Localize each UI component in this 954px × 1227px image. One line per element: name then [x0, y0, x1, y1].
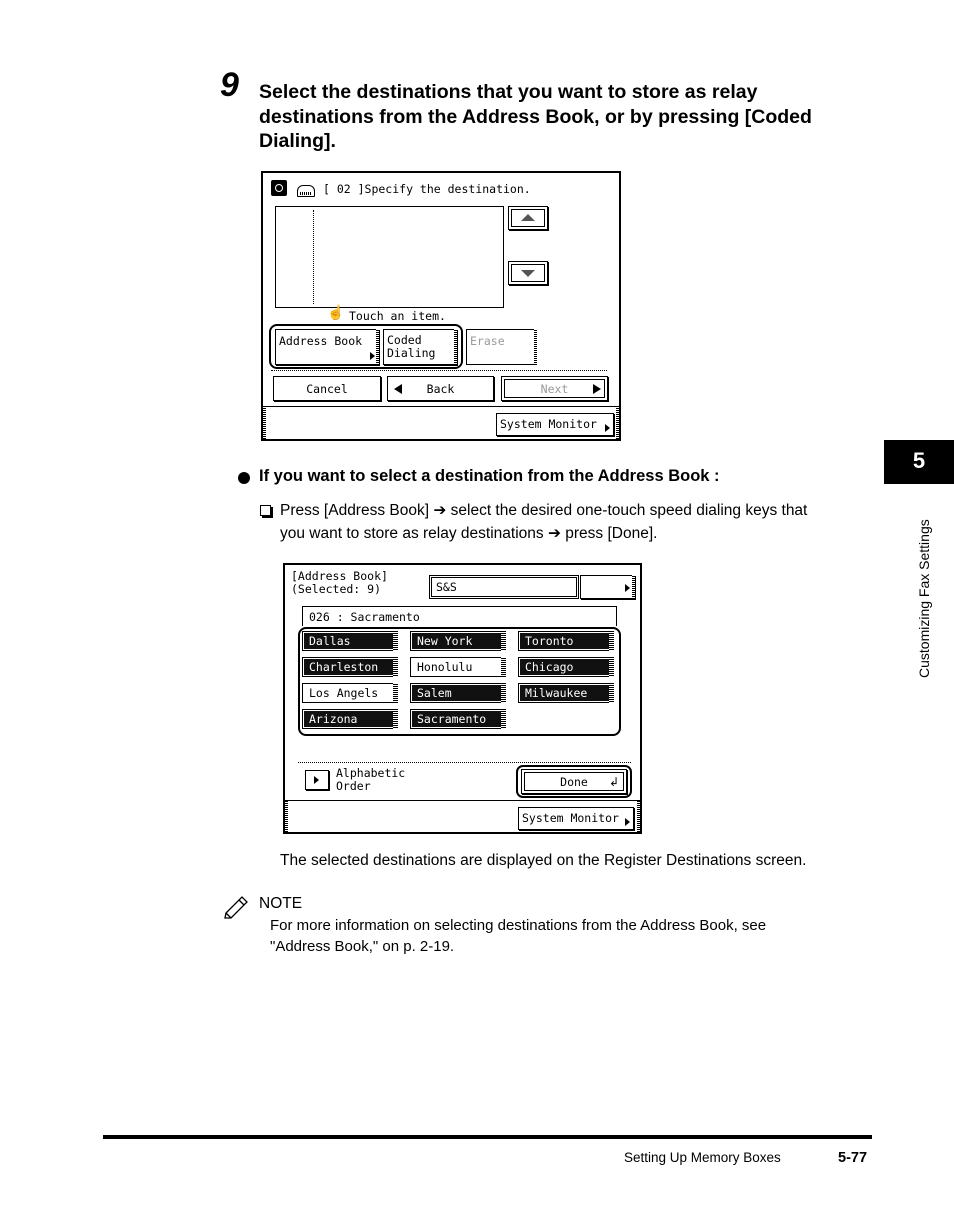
- expand-arrow-icon: [314, 776, 319, 784]
- one-touch-key-label: Toronto: [525, 634, 574, 648]
- touch-hint: Touch an item.: [349, 309, 446, 323]
- next-button[interactable]: Next: [501, 376, 608, 401]
- chapter-title: Customizing Fax Settings: [916, 519, 932, 678]
- one-touch-key[interactable]: Los Angels: [302, 683, 398, 703]
- expand-arrow-icon: [605, 424, 610, 432]
- scroll-down-button[interactable]: [508, 261, 548, 285]
- one-touch-key-label: Arizona: [309, 712, 358, 726]
- one-touch-key-label: Sacramento: [417, 712, 487, 726]
- group-select-button[interactable]: [580, 575, 635, 599]
- screen-header: [ 02 ]Specify the destination.: [323, 182, 531, 196]
- one-touch-key[interactable]: New York: [410, 631, 506, 651]
- back-button[interactable]: Back: [387, 376, 494, 401]
- one-touch-key-label: Salem: [417, 686, 452, 700]
- one-touch-key[interactable]: Chicago: [518, 657, 614, 677]
- one-touch-keys: Dallas New York Toronto Charleston Honolulu C…: [302, 631, 620, 735]
- one-touch-key[interactable]: Honolulu: [410, 657, 506, 677]
- one-touch-key[interactable]: Salem: [410, 683, 506, 703]
- expand-arrow-icon: [370, 352, 375, 360]
- one-touch-key-label: Charleston: [309, 660, 379, 674]
- system-monitor-button[interactable]: System Monitor: [518, 807, 634, 830]
- checkbox-icon: [260, 505, 271, 516]
- triangle-up-icon: [521, 214, 535, 221]
- address-book-button[interactable]: Address Book: [275, 329, 379, 365]
- note-label: NOTE: [259, 895, 303, 912]
- one-touch-key-label: Los Angels: [309, 686, 379, 700]
- address-book-screen: [Address Book] (Selected: 9) S&S 026 : S…: [283, 563, 642, 834]
- footer-section: Setting Up Memory Boxes: [624, 1150, 781, 1165]
- pointing-hand-icon: ☝: [327, 304, 345, 320]
- next-arrow-icon: [593, 384, 601, 394]
- instruction-line-1: Press [Address Book] ➔ select the desire…: [280, 502, 808, 519]
- status-icon: [271, 180, 287, 196]
- instruction-line-2: you want to store as relay destinations …: [280, 525, 658, 542]
- note-line-2: "Address Book," on p. 2-19.: [270, 938, 455, 955]
- enter-icon: ↲: [608, 775, 619, 789]
- destination-list[interactable]: [275, 206, 504, 308]
- cancel-button[interactable]: Cancel: [273, 376, 381, 401]
- one-touch-key-label: New York: [417, 634, 473, 648]
- bullet-dot: [238, 472, 250, 484]
- specify-destination-screen: [ 02 ]Specify the destination. ☝ Touch a…: [261, 171, 621, 441]
- group-field[interactable]: S&S: [429, 575, 579, 599]
- coded-dialing-button[interactable]: Coded Dialing: [383, 329, 457, 365]
- one-touch-key[interactable]: Charleston: [302, 657, 398, 677]
- selected-count: (Selected: 9): [291, 582, 382, 596]
- expand-arrow-icon: [625, 818, 630, 826]
- one-touch-key[interactable]: Milwaukee: [518, 683, 614, 703]
- bullet-heading: If you want to select a destination from…: [259, 467, 720, 485]
- order-label: Order: [336, 779, 371, 793]
- step-number: 9: [220, 66, 239, 104]
- step-instruction: Select the destinations that you want to…: [259, 81, 812, 152]
- pencil-icon: [222, 893, 250, 924]
- one-touch-key-label: Dallas: [309, 634, 351, 648]
- one-touch-key-label: Chicago: [525, 660, 574, 674]
- erase-button[interactable]: Erase: [466, 329, 537, 365]
- one-touch-key[interactable]: Toronto: [518, 631, 614, 651]
- one-touch-key[interactable]: Dallas: [302, 631, 398, 651]
- result-text: The selected destinations are displayed …: [280, 852, 807, 869]
- done-button[interactable]: Done ↲: [521, 769, 627, 794]
- one-touch-key[interactable]: Sacramento: [410, 709, 506, 729]
- chapter-tab: 5: [884, 440, 954, 484]
- scroll-up-button[interactable]: [508, 206, 548, 230]
- memory-box-icon: [297, 185, 315, 197]
- alphabetic-order-button[interactable]: [305, 770, 329, 790]
- one-touch-key-label: Milwaukee: [525, 686, 588, 700]
- one-touch-key-label: Honolulu: [417, 660, 473, 674]
- note-line-1: For more information on selecting destin…: [270, 917, 767, 934]
- footer-rule: [103, 1135, 872, 1139]
- system-monitor-button[interactable]: System Monitor: [496, 413, 614, 436]
- triangle-down-icon: [521, 270, 535, 277]
- page-number: 5-77: [838, 1150, 868, 1166]
- selected-detail: 026 : Sacramento: [302, 606, 617, 626]
- expand-arrow-icon: [625, 584, 630, 592]
- one-touch-key[interactable]: Arizona: [302, 709, 398, 729]
